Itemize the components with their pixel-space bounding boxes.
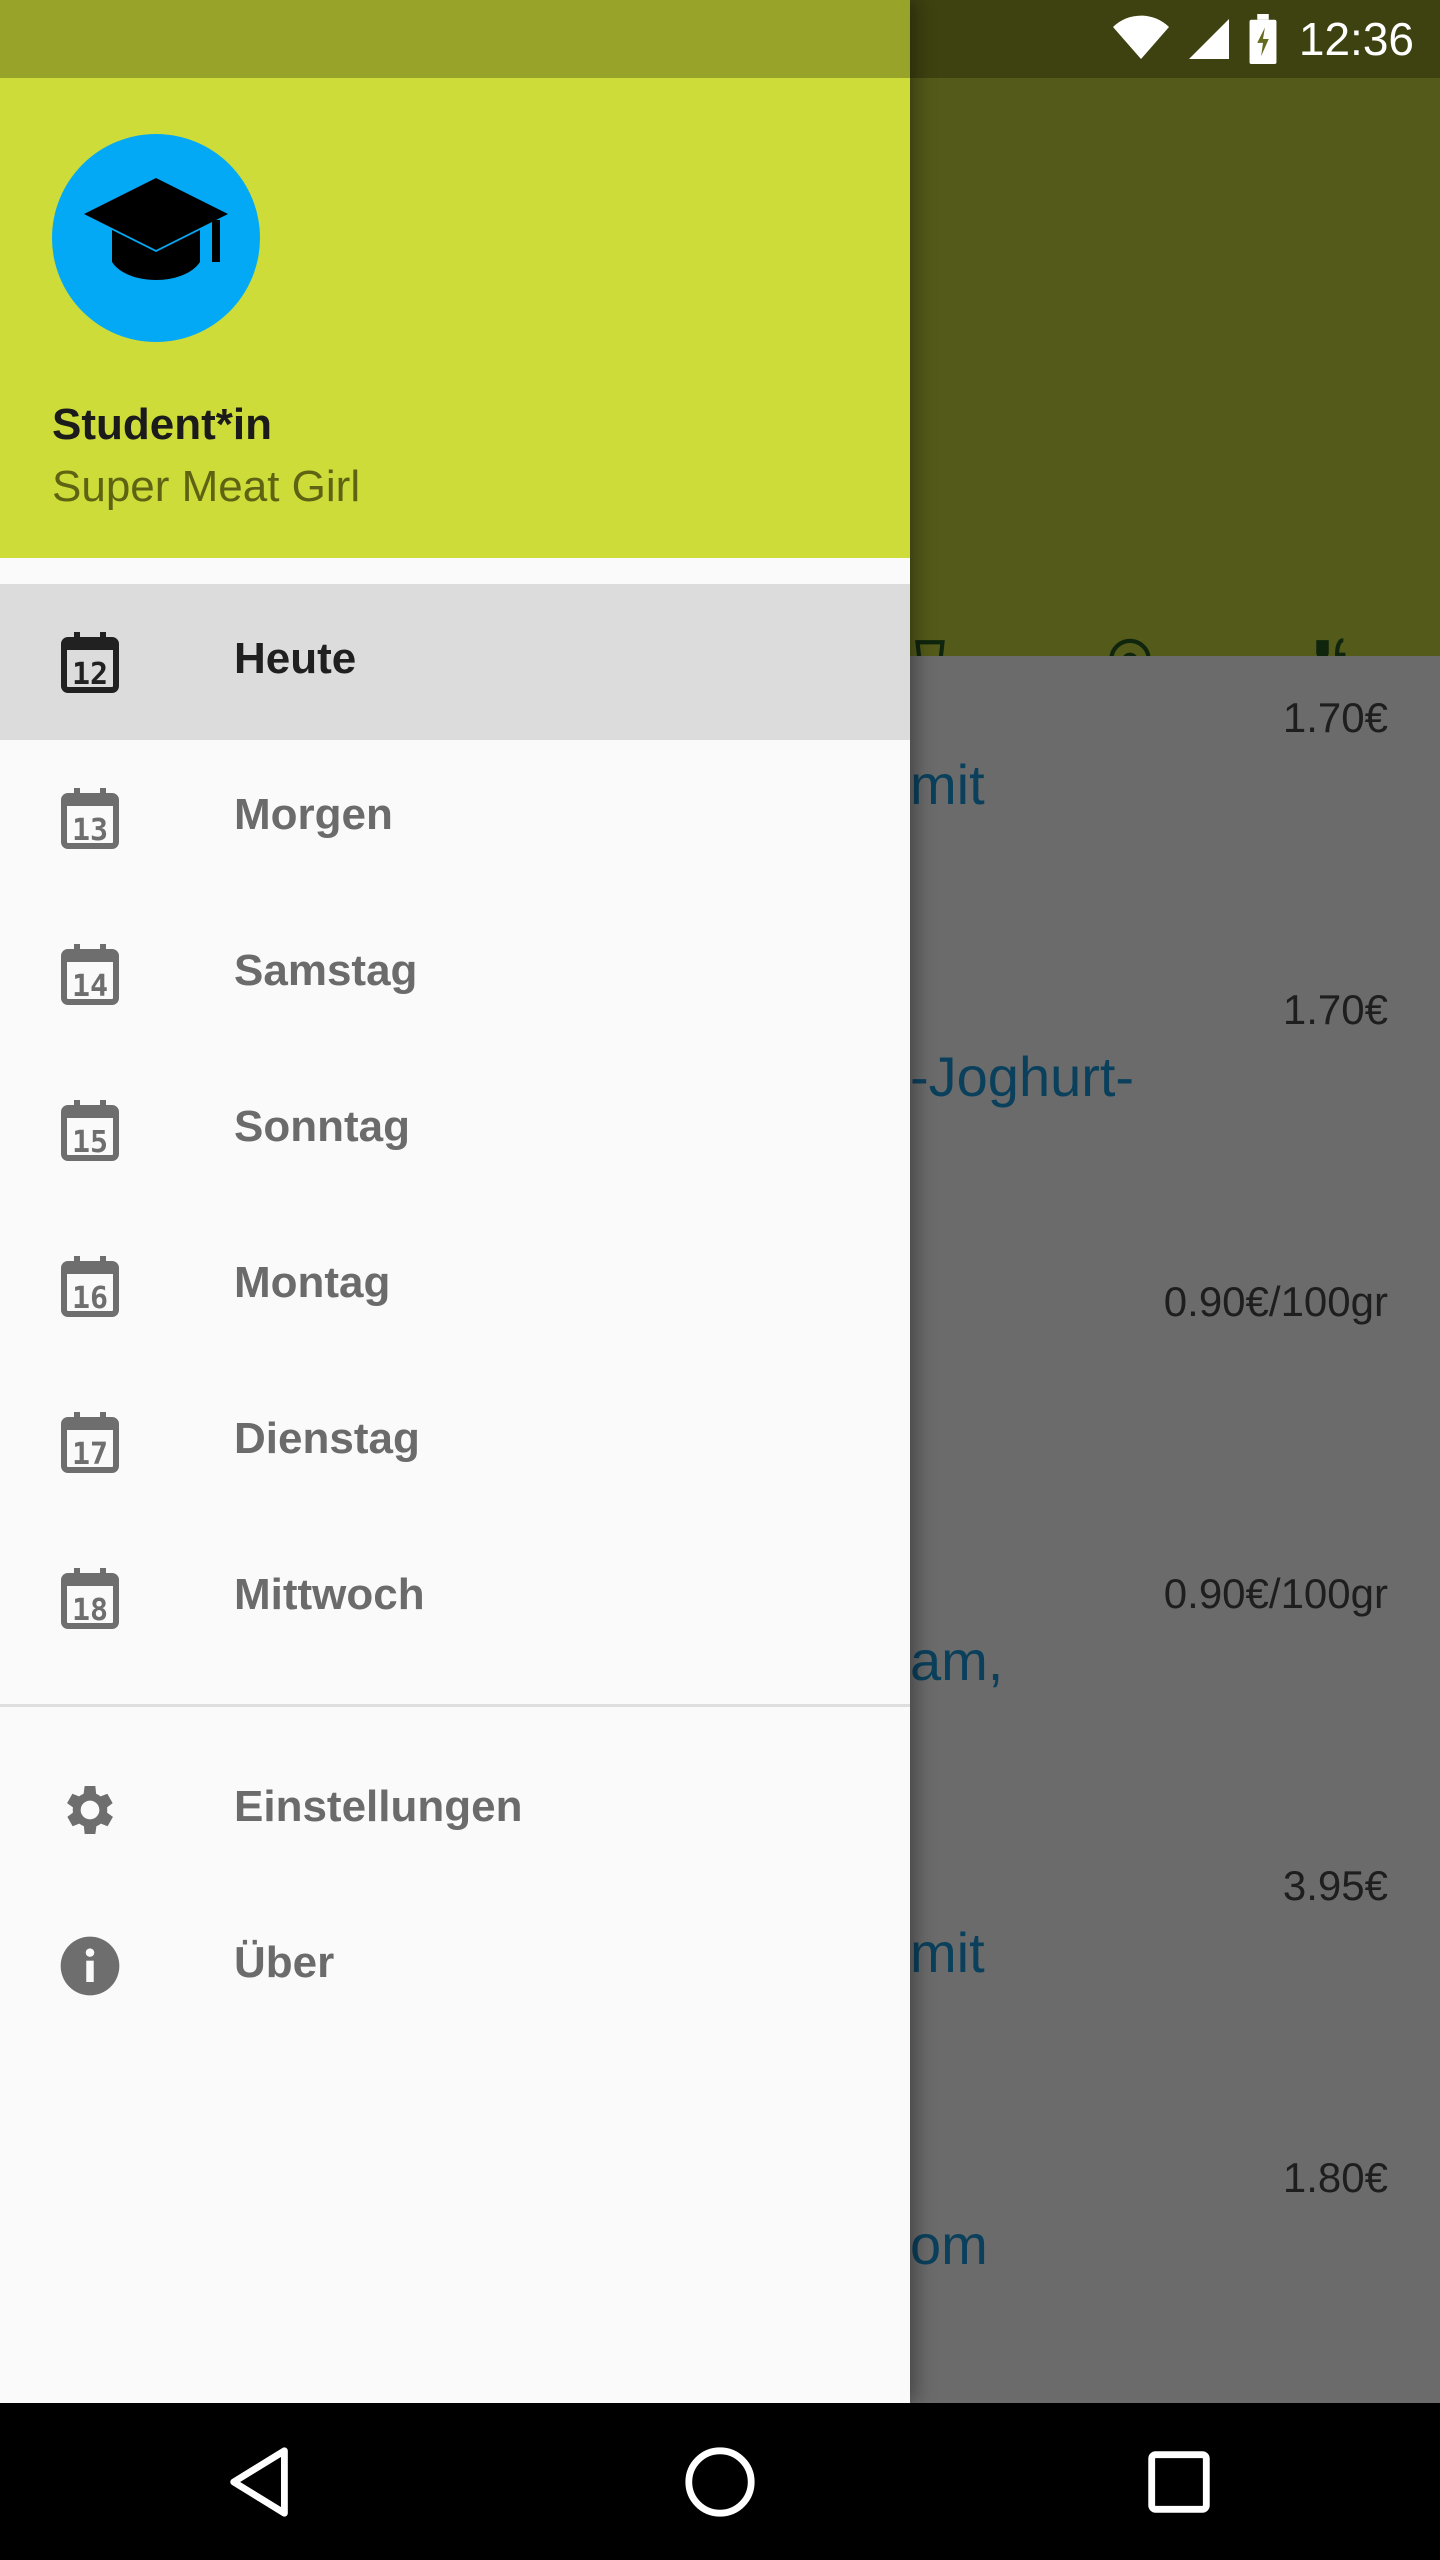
nav-item-ueber[interactable]: Über [0,1888,910,2044]
calendar-icon: 18 [58,1566,122,1630]
calendar-icon: 17 [58,1410,122,1474]
nav-label: Dienstag [234,1414,420,1463]
recents-icon[interactable] [1140,2443,1218,2521]
secondary-menu: Einstellungen Über [0,1732,910,2044]
menu-divider [0,1704,910,1707]
cell-signal-icon [1185,15,1233,63]
back-icon[interactable] [222,2443,300,2521]
drawer-status-bar [0,0,910,78]
calendar-icon: 14 [58,942,122,1006]
gear-icon [58,1778,122,1842]
nav-label: Morgen [234,790,393,839]
nav-item-heute[interactable]: 12 Heute [0,584,910,740]
nav-label: Heute [234,634,357,683]
user-role: Student*in [52,400,272,449]
nav-label: Sonntag [234,1102,410,1151]
calendar-day: 16 [72,1281,108,1316]
nav-label: Mittwoch [234,1570,425,1619]
nav-label: Montag [234,1258,391,1307]
nav-item-einstellungen[interactable]: Einstellungen [0,1732,910,1888]
system-nav-bar [0,2403,1440,2560]
nav-item-mittwoch[interactable]: 18 Mittwoch [0,1520,910,1676]
calendar-day: 17 [72,1437,108,1472]
calendar-day: 15 [72,1125,108,1160]
calendar-day: 12 [72,657,108,692]
calendar-day: 14 [72,969,108,1004]
battery-charging-icon [1247,14,1279,64]
nav-item-dienstag[interactable]: 17 Dienstag [0,1364,910,1520]
user-diet: Super Meat Girl [52,462,361,511]
drawer-header: Student*in Super Meat Girl [0,78,910,558]
calendar-icon: 13 [58,786,122,850]
nav-item-samstag[interactable]: 14 Samstag [0,896,910,1052]
day-menu: 12 Heute 13 Morgen 14 Samstag 15 Sonntag [0,584,910,1676]
calendar-day: 18 [72,1593,108,1628]
calendar-icon: 15 [58,1098,122,1162]
graduation-cap-icon [84,178,228,280]
avatar[interactable] [52,134,260,342]
calendar-icon: 12 [58,630,122,694]
status-time: 12:36 [1298,13,1414,65]
info-icon [58,1934,122,1998]
status-icons: 12:36 [1111,0,1414,78]
calendar-day: 13 [72,813,108,848]
wifi-icon [1111,15,1171,63]
home-icon[interactable] [681,2443,759,2521]
nav-item-sonntag[interactable]: 15 Sonntag [0,1052,910,1208]
nav-label: Über [234,1938,335,1987]
nav-item-montag[interactable]: 16 Montag [0,1208,910,1364]
nav-item-morgen[interactable]: 13 Morgen [0,740,910,896]
calendar-icon: 16 [58,1254,122,1318]
nav-label: Einstellungen [234,1782,523,1831]
nav-label: Samstag [234,946,418,995]
navigation-drawer: Student*in Super Meat Girl 12 Heute 13 M… [0,0,910,2403]
